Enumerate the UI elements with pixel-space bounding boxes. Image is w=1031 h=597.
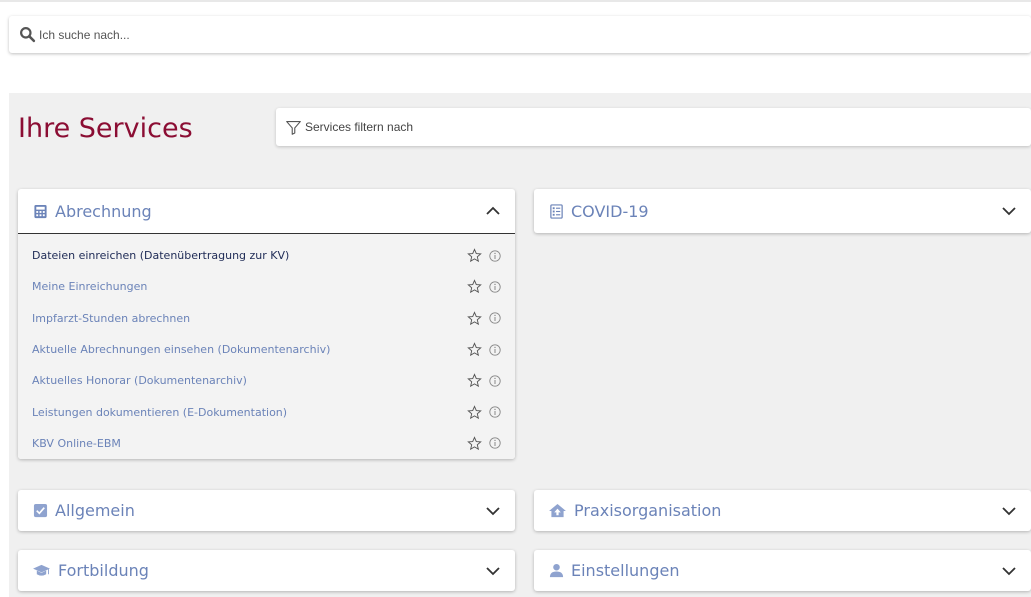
list-item[interactable]: Aktuelles Honorar (Dokumentenarchiv) (18, 365, 515, 396)
list-item[interactable]: Aktuelle Abrechnungen einsehen (Dokument… (18, 334, 515, 365)
card-abrechnung-header[interactable]: Abrechnung (18, 189, 515, 233)
card-covid-header[interactable]: COVID-19 (534, 189, 1031, 233)
info-icon[interactable] (489, 281, 501, 293)
list-item-label[interactable]: Meine Einreichungen (32, 280, 467, 293)
search-input[interactable]: Ich suche nach... (9, 16, 1031, 53)
info-icon[interactable] (489, 406, 501, 418)
info-icon[interactable] (489, 312, 501, 324)
filter-placeholder: Services filtern nach (305, 120, 414, 134)
star-icon[interactable] (467, 342, 482, 357)
card-einstellungen[interactable]: Einstellungen (534, 550, 1031, 591)
chevron-down-icon[interactable] (1001, 503, 1017, 519)
services-panel: Ihre Services Services filtern nach Abre… (9, 93, 1031, 597)
list-item-label[interactable]: Leistungen dokumentieren (E-Dokumentatio… (32, 406, 467, 419)
card-covid[interactable]: COVID-19 (534, 189, 1031, 233)
star-icon[interactable] (467, 436, 482, 451)
star-icon[interactable] (467, 373, 482, 388)
info-icon[interactable] (489, 375, 501, 387)
search-placeholder: Ich suche nach... (39, 27, 130, 42)
star-icon[interactable] (467, 310, 482, 326)
chevron-down-icon[interactable] (1001, 203, 1017, 219)
page-title: Ihre Services (18, 113, 193, 144)
list-item-label[interactable]: Aktuelles Honorar (Dokumentenarchiv) (32, 374, 467, 387)
list-item-label[interactable]: Impfarzt-Stunden abrechnen (32, 312, 467, 325)
card-abrechnung-list: Dateien einreichen (Datenübertragung zur… (18, 233, 515, 460)
list-item-label[interactable]: KBV Online-EBM (32, 437, 467, 450)
filter-icon (286, 120, 301, 135)
card-praxisorganisation-label: Praxisorganisation (574, 501, 722, 520)
card-covid-label: COVID-19 (571, 201, 649, 221)
list-item-label[interactable]: Aktuelle Abrechnungen einsehen (Dokument… (32, 343, 467, 356)
info-icon[interactable] (489, 343, 501, 356)
graduation-cap-icon (32, 563, 51, 579)
card-allgemein-label: Allgemein (55, 501, 135, 520)
list-item[interactable]: Leistungen dokumentieren (E-Dokumentatio… (18, 396, 515, 427)
chevron-down-icon[interactable] (485, 563, 501, 579)
card-allgemein-header[interactable]: Allgemein (18, 490, 515, 531)
calculator-icon (32, 203, 48, 219)
card-praxisorganisation-header[interactable]: Praxisorganisation (534, 490, 1031, 531)
services-filter-input[interactable]: Services filtern nach (276, 108, 1031, 146)
top-divider (0, 0, 1031, 2)
chevron-up-icon[interactable] (485, 203, 501, 219)
card-fortbildung[interactable]: Fortbildung (18, 550, 515, 591)
card-einstellungen-label: Einstellungen (571, 561, 680, 580)
card-abrechnung-label: Abrechnung (55, 201, 152, 221)
info-icon[interactable] (489, 249, 501, 262)
card-fortbildung-label: Fortbildung (58, 561, 149, 580)
list-item[interactable]: Meine Einreichungen (18, 271, 515, 302)
card-fortbildung-header[interactable]: Fortbildung (18, 550, 515, 591)
user-icon (548, 563, 564, 579)
star-icon[interactable] (467, 404, 482, 420)
chevron-down-icon[interactable] (1001, 563, 1017, 579)
card-allgemein[interactable]: Allgemein (18, 490, 515, 531)
card-praxisorganisation[interactable]: Praxisorganisation (534, 490, 1031, 531)
star-icon[interactable] (467, 248, 482, 263)
checklist-icon (548, 203, 564, 219)
list-item[interactable]: Impfarzt-Stunden abrechnen (18, 303, 515, 334)
house-icon (548, 503, 567, 519)
card-einstellungen-header[interactable]: Einstellungen (534, 550, 1031, 591)
list-item[interactable]: Dateien einreichen (Datenübertragung zur… (18, 240, 515, 271)
info-icon[interactable] (489, 437, 501, 450)
checkbox-icon (32, 503, 48, 519)
star-icon[interactable] (467, 279, 482, 294)
card-abrechnung: Abrechnung Dateien einreichen (Datenüber… (18, 189, 515, 460)
list-item-label[interactable]: Dateien einreichen (Datenübertragung zur… (32, 249, 467, 262)
list-item[interactable]: KBV Online-EBM (18, 428, 515, 459)
search-icon (20, 27, 36, 43)
chevron-down-icon[interactable] (485, 503, 501, 519)
